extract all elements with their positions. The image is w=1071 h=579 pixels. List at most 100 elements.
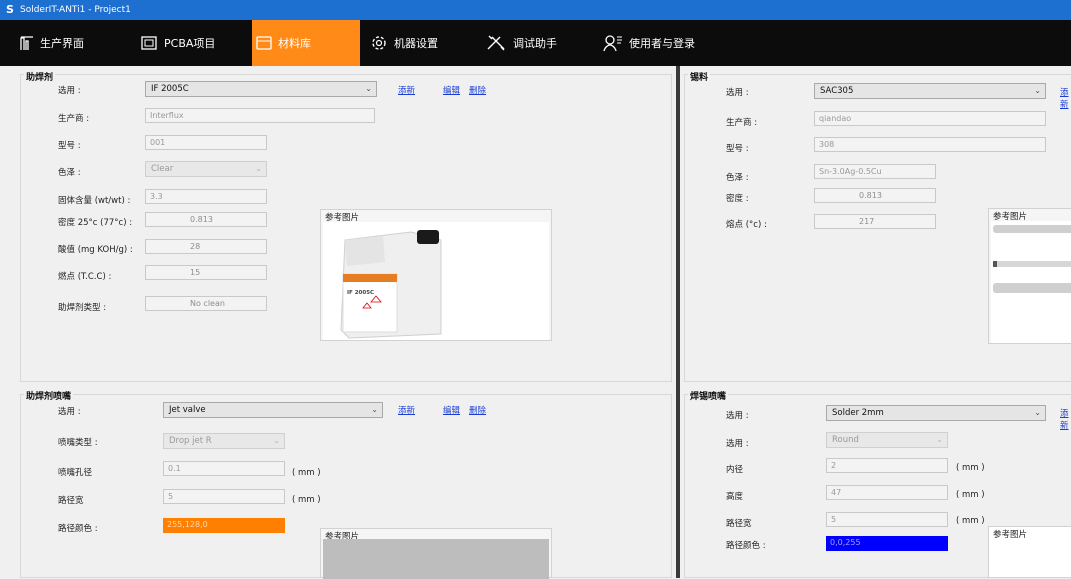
flux-nozzle-image — [323, 539, 549, 579]
solder-select[interactable]: SAC305 ⌄ — [814, 83, 1046, 99]
flux-nozzle-title: 助焊剂喷嘴 — [24, 389, 74, 402]
flux-nozzle-edit-link[interactable]: 编辑 — [443, 404, 460, 416]
nav-label: 调试助手 — [513, 37, 557, 50]
flux-nozzle-width-field[interactable]: 5 — [163, 489, 285, 504]
solder-ref-image-box: 参考图片 — [988, 208, 1071, 344]
flux-nozzle-type-label: 喷嘴类型 : — [58, 438, 98, 448]
solder-color-label: 色泽 : — [726, 173, 749, 183]
solder-density-label: 密度 : — [726, 194, 749, 204]
flux-edit-link[interactable]: 编辑 — [443, 84, 460, 96]
solder-new-link[interactable]: 添新 — [1060, 86, 1071, 110]
solder-product-image — [991, 221, 1071, 343]
nav-material-library[interactable]: 材料库 — [252, 20, 360, 66]
flux-delete-link[interactable]: 删除 — [469, 84, 486, 96]
solder-melting-field[interactable]: 217 — [814, 214, 936, 229]
flux-nozzle-ref-image-box: 参考图片 — [320, 528, 552, 579]
flux-flash-field[interactable]: 15 — [145, 265, 267, 280]
flux-nozzle-select-value: Jet valve — [169, 405, 206, 415]
nav-label: 生产界面 — [40, 37, 84, 50]
flux-nozzle-width-unit: ( mm ) — [292, 495, 321, 505]
solder-nozzle-width-field[interactable]: 5 — [826, 512, 948, 527]
flux-type-label: 助焊剂类型 : — [58, 303, 107, 313]
solder-select-label: 选用 : — [726, 88, 749, 98]
solder-nozzle-height-label: 高度 — [726, 492, 744, 502]
flux-density-field[interactable]: 0.813 — [145, 212, 267, 227]
nav-production[interactable]: 生产界面 — [20, 20, 130, 66]
solder-nozzle-title: 焊锡喷嘴 — [688, 389, 729, 402]
solder-model-label: 型号 : — [726, 144, 749, 154]
flux-nozzle-new-link[interactable]: 添新 — [398, 404, 415, 416]
solder-melting-label: 熔点 (°c) : — [726, 220, 767, 230]
flux-nozzle-type-value: Drop jet R — [169, 436, 212, 446]
flux-color-select[interactable]: Clear ⌄ — [145, 161, 267, 177]
solder-nozzle-height-unit: ( mm ) — [956, 490, 985, 500]
flux-select-value: IF 2005C — [151, 84, 189, 94]
nav-debug-assistant[interactable]: 调试助手 — [485, 20, 595, 66]
product-label-text: IF 2005C — [347, 290, 374, 296]
flux-model-label: 型号 : — [58, 141, 81, 151]
window-titlebar: S SolderIT-ANTi1 - Project1 — [0, 0, 1071, 20]
flux-acid-label: 酸值 (mg KOH/g) : — [58, 245, 133, 255]
flux-solid-label: 固体含量 (wt/wt) : — [58, 196, 131, 206]
solder-nozzle-ref-image-box: 参考图片 — [988, 526, 1071, 578]
solder-density-field[interactable]: 0.813 — [814, 188, 936, 203]
solder-nozzle-select-label: 选用 : — [726, 411, 749, 421]
nav-label: 材料库 — [278, 37, 311, 50]
panel-divider[interactable] — [676, 66, 680, 578]
flux-solid-field[interactable]: 3.3 — [145, 189, 267, 204]
solder-color-field[interactable]: Sn-3.0Ag-0.5Cu — [814, 164, 936, 179]
solder-nozzle-select[interactable]: Solder 2mm ⌄ — [826, 405, 1046, 421]
solder-model-field[interactable]: 308 — [814, 137, 1046, 152]
nav-user-login[interactable]: 使用者与登录 — [603, 20, 723, 66]
flux-product-image: IF 2005C — [323, 222, 549, 340]
flux-nozzle-color-field[interactable]: 255,128,0 — [163, 518, 285, 533]
flux-color-label: 色泽 : — [58, 168, 81, 178]
chevron-down-icon: ⌄ — [1034, 408, 1041, 417]
flux-nozzle-type-select[interactable]: Drop jet R ⌄ — [163, 433, 285, 449]
solder-nozzle-width-unit: ( mm ) — [956, 516, 985, 526]
flux-nozzle-hole-unit: ( mm ) — [292, 468, 321, 478]
solder-nozzle-shape-select[interactable]: Round ⌄ — [826, 432, 948, 448]
flux-nozzle-delete-link[interactable]: 删除 — [469, 404, 486, 416]
flux-nozzle-hole-field[interactable]: 0.1 — [163, 461, 285, 476]
solder-nozzle-ref-image-label: 参考图片 — [993, 530, 1028, 540]
chevron-down-icon: ⌄ — [273, 436, 280, 445]
flux-color-value: Clear — [151, 164, 174, 174]
flux-model-field[interactable]: 001 — [145, 135, 267, 150]
solder-nozzle-shape-label: 选用 : — [726, 439, 749, 449]
flux-select[interactable]: IF 2005C ⌄ — [145, 81, 377, 97]
flux-nozzle-hole-label: 喷嘴孔径 — [58, 468, 93, 478]
flux-title: 助焊剂 — [24, 70, 56, 83]
flux-new-link[interactable]: 添新 — [398, 84, 415, 96]
app-logo-icon: S — [6, 3, 14, 16]
chip-icon — [140, 35, 158, 51]
solder-nozzle-inner-field[interactable]: 2 — [826, 458, 948, 473]
solder-manufacturer-field[interactable]: qiandao — [814, 111, 1046, 126]
solder-nozzle-height-field[interactable]: 47 — [826, 485, 948, 500]
gear-icon — [370, 34, 388, 52]
flux-nozzle-select-label: 选用 : — [58, 407, 81, 417]
flux-manufacturer-label: 生产商 : — [58, 114, 90, 124]
flux-density-label: 密度 25°c (77°c) : — [58, 218, 133, 228]
flux-type-field[interactable]: No clean — [145, 296, 267, 311]
flux-nozzle-color-label: 路径颜色 : — [58, 524, 98, 534]
flux-nozzle-select[interactable]: Jet valve ⌄ — [163, 402, 383, 418]
solder-nozzle-width-label: 路径宽 — [726, 519, 752, 529]
nav-pcba-project[interactable]: PCBA项目 — [140, 20, 250, 66]
nav-label: 使用者与登录 — [629, 37, 695, 50]
flux-flash-label: 燃点 (T.C.C) : — [58, 272, 112, 282]
chevron-down-icon: ⌄ — [255, 164, 262, 173]
solder-nozzle-color-field[interactable]: 0,0,255 — [826, 536, 948, 551]
nav-label: PCBA项目 — [164, 37, 216, 50]
factory-icon — [20, 35, 34, 51]
chevron-down-icon: ⌄ — [1034, 86, 1041, 95]
flux-acid-field[interactable]: 28 — [145, 239, 267, 254]
tools-icon — [485, 34, 507, 52]
flux-manufacturer-field[interactable]: Interflux — [145, 108, 375, 123]
nav-machine-settings[interactable]: 机器设置 — [370, 20, 480, 66]
nav-label: 机器设置 — [394, 37, 438, 50]
solder-manufacturer-label: 生产商 : — [726, 118, 758, 128]
solder-nozzle-new-link[interactable]: 添新 — [1060, 407, 1071, 431]
solder-select-value: SAC305 — [820, 86, 854, 96]
solder-nozzle-inner-label: 内径 — [726, 465, 744, 475]
